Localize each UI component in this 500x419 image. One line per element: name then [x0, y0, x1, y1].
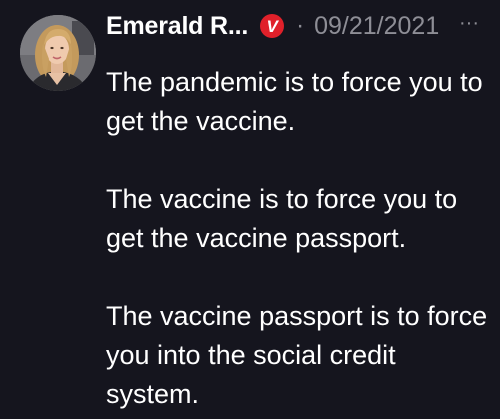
post-date[interactable]: 09/21/2021: [314, 12, 439, 41]
post-paragraph: The vaccine passport is to force you int…: [106, 301, 488, 409]
post-body: The pandemic is to force you to get the …: [106, 63, 494, 414]
more-horizontal-icon: ···: [459, 12, 479, 34]
avatar[interactable]: [20, 15, 96, 91]
separator-dot: ·: [296, 12, 305, 39]
verified-badge-icon: V: [260, 14, 285, 38]
post-paragraph: The pandemic is to force you to get the …: [106, 67, 483, 136]
author-name[interactable]: Emerald R...: [106, 12, 248, 41]
post-card: Emerald R... V · 09/21/2021 ··· The pand…: [0, 0, 500, 419]
post-paragraph: The vaccine is to force you to get the v…: [106, 184, 458, 253]
post-header: Emerald R... V · 09/21/2021: [106, 6, 439, 46]
avatar-image: [20, 15, 96, 91]
more-options-button[interactable]: ···: [456, 11, 482, 35]
